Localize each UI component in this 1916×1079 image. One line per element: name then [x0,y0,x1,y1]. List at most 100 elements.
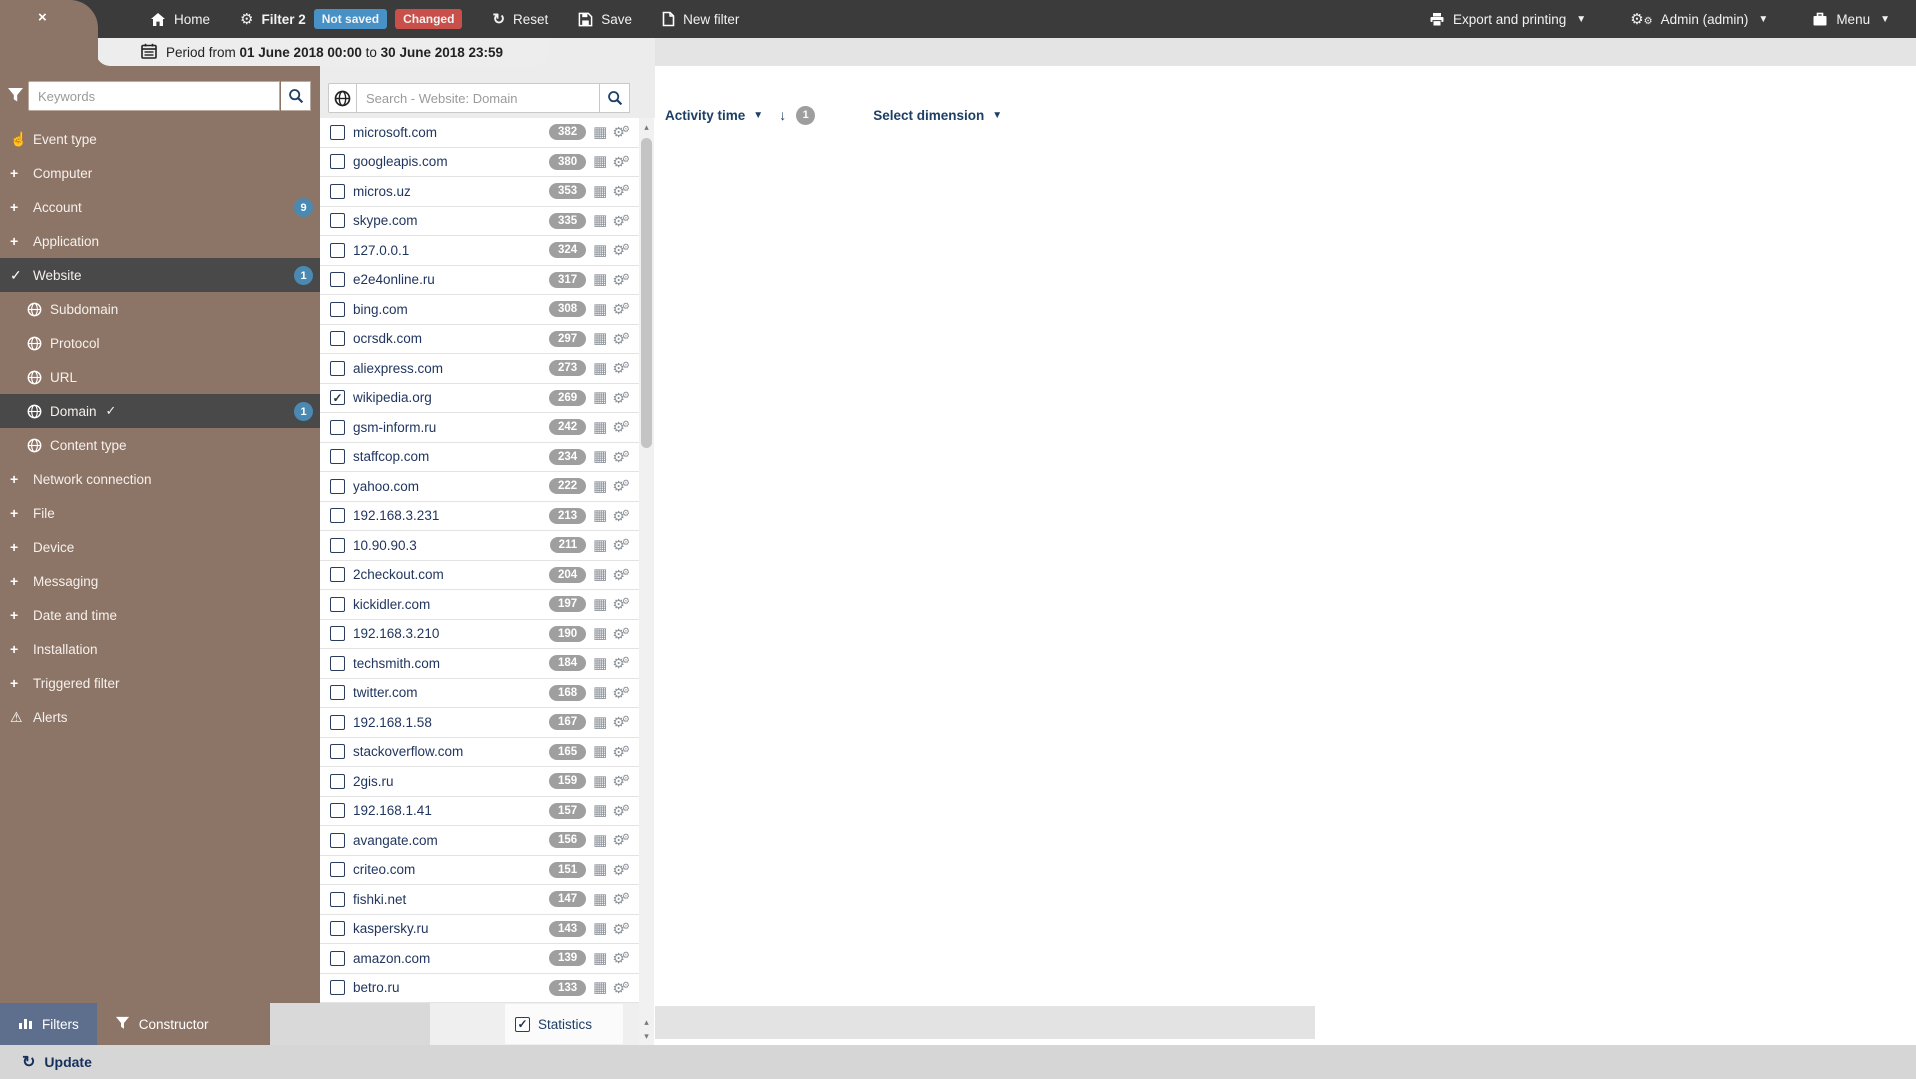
settings-gears-icon[interactable]: ⚙⚙ [612,538,633,552]
details-icon[interactable]: ▦ [593,892,607,907]
domain-checkbox[interactable] [330,685,345,700]
details-icon[interactable]: ▦ [593,567,607,582]
main-menu[interactable]: Menu ▼ [1812,12,1890,27]
domain-row-gsm-inform-ru[interactable]: gsm-inform.ru 242 ▦ ⚙⚙ [320,413,639,443]
domain-checkbox[interactable] [330,921,345,936]
domain-row-192-168-3-210[interactable]: 192.168.3.210 190 ▦ ⚙⚙ [320,620,639,650]
details-icon[interactable]: ▦ [593,626,607,641]
settings-gears-icon[interactable]: ⚙⚙ [612,155,633,169]
settings-gears-icon[interactable]: ⚙⚙ [612,302,633,316]
domain-checkbox[interactable] [330,980,345,995]
sidebar-item-installation[interactable]: + Installation [0,632,320,666]
settings-gears-icon[interactable]: ⚙⚙ [612,981,633,995]
domain-checkbox[interactable] [330,892,345,907]
settings-gears-icon[interactable]: ⚙⚙ [612,686,633,700]
domain-list-scrollbar[interactable]: ▴ ▴ ▾ [639,118,654,1045]
domain-row-aliexpress-com[interactable]: aliexpress.com 273 ▦ ⚙⚙ [320,354,639,384]
details-icon[interactable]: ▦ [593,862,607,877]
domain-checkbox[interactable] [330,213,345,228]
details-icon[interactable]: ▦ [593,921,607,936]
sidebar-item-event-type[interactable]: ☝ Event type [0,122,320,156]
settings-gears-icon[interactable]: ⚙⚙ [612,509,633,523]
settings-gears-icon[interactable]: ⚙⚙ [612,774,633,788]
domain-checkbox[interactable] [330,243,345,258]
domain-row-criteo-com[interactable]: criteo.com 151 ▦ ⚙⚙ [320,856,639,886]
domain-checkbox[interactable] [330,626,345,641]
domain-checkbox[interactable] [330,744,345,759]
settings-gears-icon[interactable]: ⚙⚙ [612,361,633,375]
sidebar-item-computer[interactable]: + Computer [0,156,320,190]
sidebar-item-url[interactable]: URL [0,360,320,394]
settings-gears-icon[interactable]: ⚙⚙ [612,243,633,257]
sidebar-item-subdomain[interactable]: Subdomain [0,292,320,326]
domain-row-e2e4online-ru[interactable]: e2e4online.ru 317 ▦ ⚙⚙ [320,266,639,296]
globe-icon[interactable] [328,83,357,113]
settings-gears-icon[interactable]: ⚙⚙ [612,450,633,464]
domain-checkbox[interactable] [330,508,345,523]
details-icon[interactable]: ▦ [593,774,607,789]
domain-checkbox[interactable] [330,862,345,877]
domain-checkbox[interactable] [330,154,345,169]
domain-checkbox[interactable] [330,656,345,671]
statistics-checkbox[interactable]: ✓ [515,1017,530,1032]
settings-gears-icon[interactable]: ⚙⚙ [612,184,633,198]
sidebar-item-file[interactable]: + File [0,496,320,530]
tab-constructor[interactable]: Constructor [97,1003,227,1045]
sidebar-item-messaging[interactable]: + Messaging [0,564,320,598]
settings-gears-icon[interactable]: ⚙⚙ [612,627,633,641]
domain-checkbox[interactable] [330,420,345,435]
details-icon[interactable]: ▦ [593,213,607,228]
domain-checkbox[interactable] [330,361,345,376]
details-icon[interactable]: ▦ [593,597,607,612]
domain-row-2checkout-com[interactable]: 2checkout.com 204 ▦ ⚙⚙ [320,561,639,591]
details-icon[interactable]: ▦ [593,715,607,730]
domain-row-ocrsdk-com[interactable]: ocrsdk.com 297 ▦ ⚙⚙ [320,325,639,355]
settings-gears-icon[interactable]: ⚙⚙ [612,214,633,228]
details-icon[interactable]: ▦ [593,302,607,317]
domain-checkbox[interactable] [330,715,345,730]
admin-menu[interactable]: ⚙⚙ Admin (admin) ▼ [1630,12,1768,27]
sidebar-item-domain[interactable]: Domain ✓ 1 [0,394,320,428]
sort-direction-icon[interactable]: ↓ [779,107,786,123]
domain-row-staffcop-com[interactable]: staffcop.com 234 ▦ ⚙⚙ [320,443,639,473]
domain-checkbox[interactable]: ✓ [330,390,345,405]
sidebar-item-alerts[interactable]: ⚠ Alerts [0,700,320,734]
scroll-up-icon[interactable]: ▴ [639,120,654,134]
domain-checkbox[interactable] [330,951,345,966]
settings-gears-icon[interactable]: ⚙⚙ [612,745,633,759]
settings-gears-icon[interactable]: ⚙⚙ [612,833,633,847]
update-button[interactable]: ↻ Update [22,1052,92,1072]
close-icon[interactable]: × [38,9,47,26]
domain-row-yahoo-com[interactable]: yahoo.com 222 ▦ ⚙⚙ [320,472,639,502]
scroll-up-icon[interactable]: ▴ [639,1015,654,1029]
domain-row-techsmith-com[interactable]: techsmith.com 184 ▦ ⚙⚙ [320,649,639,679]
domain-checkbox[interactable] [330,272,345,287]
settings-gears-icon[interactable]: ⚙⚙ [612,568,633,582]
reset-button[interactable]: ↻ Reset [492,12,548,27]
settings-gears-icon[interactable]: ⚙⚙ [612,656,633,670]
measure-select[interactable]: Activity time▼ [665,108,763,123]
save-button[interactable]: Save [578,12,632,27]
sidebar-item-account[interactable]: + Account 9 [0,190,320,224]
details-icon[interactable]: ▦ [593,449,607,464]
settings-gears-icon[interactable]: ⚙⚙ [612,420,633,434]
domain-checkbox[interactable] [330,125,345,140]
domain-checkbox[interactable] [330,803,345,818]
domain-checkbox[interactable] [330,331,345,346]
domain-row-192-168-1-41[interactable]: 192.168.1.41 157 ▦ ⚙⚙ [320,797,639,827]
sidebar-item-application[interactable]: + Application [0,224,320,258]
details-icon[interactable]: ▦ [593,685,607,700]
details-icon[interactable]: ▦ [593,803,607,818]
details-icon[interactable]: ▦ [593,390,607,405]
new-filter-button[interactable]: New filter [662,11,739,27]
filter-button[interactable]: ⚙ Filter 2 Not saved Changed [240,9,462,29]
scroll-down-icon[interactable]: ▾ [639,1029,654,1043]
domain-checkbox[interactable] [330,184,345,199]
statistics-toggle[interactable]: ✓ Statistics [505,1004,623,1044]
details-icon[interactable]: ▦ [593,154,607,169]
domain-row-2gis-ru[interactable]: 2gis.ru 159 ▦ ⚙⚙ [320,767,639,797]
domain-row-wikipedia-org[interactable]: ✓ wikipedia.org 269 ▦ ⚙⚙ [320,384,639,414]
sidebar-item-network-connection[interactable]: + Network connection [0,462,320,496]
details-icon[interactable]: ▦ [593,980,607,995]
settings-gears-icon[interactable]: ⚙⚙ [612,951,633,965]
